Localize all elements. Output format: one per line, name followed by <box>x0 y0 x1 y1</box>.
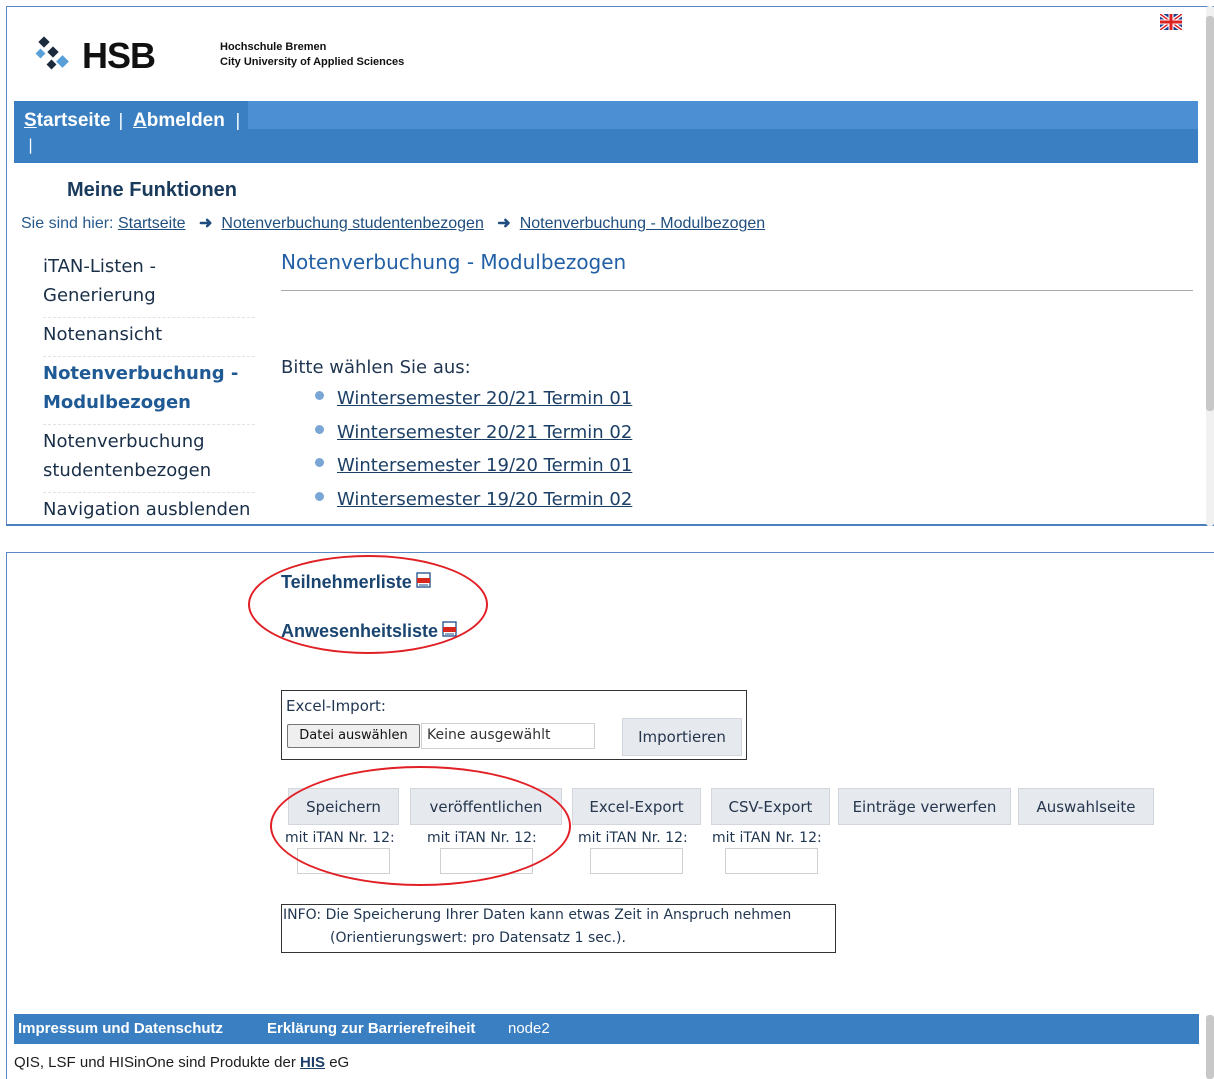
nav-logout-link[interactable]: Abmelden <box>133 110 225 132</box>
logo-text[interactable]: HSB <box>82 35 156 77</box>
pdf-icon <box>442 621 457 637</box>
itan-label-excel: mit iTAN Nr. 12: <box>578 830 688 846</box>
sidebar-item-module-grading[interactable]: Notenverbuchung - Modulbezogen <box>43 357 255 425</box>
csv-export-button[interactable]: CSV-Export <box>711 788 830 825</box>
navbar-highlight <box>248 101 1198 129</box>
attendance-list-label: Anwesenheitsliste <box>281 621 439 641</box>
breadcrumb-link-home[interactable]: Startseite <box>118 215 186 232</box>
itan-label-publish: mit iTAN Nr. 12: <box>427 830 537 846</box>
bullet-icon <box>315 491 324 501</box>
choose-file-button[interactable]: Datei auswählen <box>287 724 420 748</box>
selection-prompt: Bitte wählen Sie aus: <box>281 357 471 378</box>
footer-accessibility-link[interactable]: Erklärung zur Barrierefreiheit <box>267 1020 475 1037</box>
credit-suffix: eG <box>329 1054 350 1071</box>
itan-label-save: mit iTAN Nr. 12: <box>285 830 395 846</box>
semester-link[interactable]: Wintersemester 20/21 Termin 02 <box>337 422 632 443</box>
list-item: Wintersemester 19/20 Termin 01 <box>313 455 632 489</box>
list-item: Wintersemester 20/21 Termin 01 <box>313 388 632 422</box>
selection-page-button[interactable]: Auswahlseite <box>1018 788 1154 825</box>
itan-input-excel[interactable] <box>590 848 683 874</box>
semester-link[interactable]: Wintersemester 19/20 Termin 02 <box>337 489 632 510</box>
bullet-icon <box>315 424 324 434</box>
import-button[interactable]: Importieren <box>622 718 742 756</box>
excel-export-button[interactable]: Excel-Export <box>572 788 701 825</box>
breadcrumb-prefix: Sie sind hier: <box>21 215 114 232</box>
list-item: Wintersemester 19/20 Termin 02 <box>313 489 632 523</box>
itan-input-csv[interactable] <box>725 848 818 874</box>
breadcrumb-link-module[interactable]: Notenverbuchung - Modulbezogen <box>520 215 766 232</box>
nav-logout-label: bmelden <box>146 110 225 131</box>
participant-list-label: Teilnehmerliste <box>281 572 412 592</box>
attendance-list-link[interactable]: Anwesenheitsliste <box>281 621 457 642</box>
title-divider <box>281 290 1193 291</box>
nav-home-accesskey: S <box>24 110 37 131</box>
arrow-right-icon: ➜ <box>497 215 511 232</box>
credit-prefix: QIS, LSF und HISinOne sind Produkte der <box>14 1054 296 1071</box>
list-item: Wintersemester 20/21 Termin 02 <box>313 422 632 456</box>
arrow-right-icon: ➜ <box>199 215 213 232</box>
breadcrumb: Sie sind hier: Startseite ➜ Notenverbuchu… <box>21 213 765 233</box>
nav-home-label: tartseite <box>36 110 111 131</box>
his-link[interactable]: HIS <box>300 1054 325 1071</box>
itan-input-save[interactable] <box>297 848 390 874</box>
nav-separator: | <box>118 111 124 131</box>
publish-button[interactable]: veröffentlichen <box>410 788 562 825</box>
discard-entries-button[interactable]: Einträge verwerfen <box>838 788 1011 825</box>
university-subtitle: City University of Applied Sciences <box>220 56 405 68</box>
semester-list: Wintersemester 20/21 Termin 01 Wintersem… <box>313 388 632 522</box>
footer-credit: QIS, LSF und HISinOne sind Produkte der … <box>14 1054 349 1071</box>
footer-imprint-link[interactable]: Impressum und Datenschutz <box>18 1020 223 1037</box>
section-title: Meine Funktionen <box>67 179 237 201</box>
page-title: Notenverbuchung - Modulbezogen <box>281 250 627 274</box>
participant-list-link[interactable]: Teilnehmerliste <box>281 572 431 593</box>
semester-link[interactable]: Wintersemester 19/20 Termin 01 <box>337 455 632 476</box>
uk-flag-icon[interactable] <box>1160 14 1182 30</box>
bullet-icon <box>315 391 324 400</box>
server-node-label: node2 <box>508 1020 550 1037</box>
sidebar-navigation: iTAN-Listen - Generierung Notenansicht N… <box>43 250 255 531</box>
excel-import-label: Excel-Import: <box>286 697 386 715</box>
nav-separator: | <box>235 111 241 131</box>
semester-link[interactable]: Wintersemester 20/21 Termin 01 <box>337 388 632 409</box>
info-text: INFO: Die Speicherung Ihrer Daten kann e… <box>283 907 792 923</box>
save-button[interactable]: Speichern <box>288 788 399 825</box>
sidebar-item-hide-navigation[interactable]: Navigation ausblenden <box>43 493 255 531</box>
scrollbar-thumb[interactable] <box>1206 16 1214 411</box>
itan-label-csv: mit iTAN Nr. 12: <box>712 830 822 846</box>
bullet-icon <box>315 458 324 467</box>
nav-home-link[interactable]: Startseite <box>24 110 111 132</box>
hsb-logo-icon <box>35 36 69 70</box>
breadcrumb-link-student[interactable]: Notenverbuchung studentenbezogen <box>221 215 483 232</box>
nav-logout-accesskey: A <box>133 110 147 131</box>
pdf-icon <box>416 572 431 588</box>
university-name: Hochschule Bremen <box>220 41 327 53</box>
selected-file-field: Keine ausgewählt <box>421 723 595 749</box>
scrollbar-thumb[interactable] <box>1206 1015 1214 1079</box>
itan-input-publish[interactable] <box>440 848 533 874</box>
nav-separator: | <box>28 136 34 154</box>
sidebar-item-grade-view[interactable]: Notenansicht <box>43 318 255 357</box>
sidebar-item-itan-lists[interactable]: iTAN-Listen - Generierung <box>43 250 255 318</box>
info-text-note: (Orientierungswert: pro Datensatz 1 sec.… <box>330 930 626 946</box>
sidebar-item-student-grading[interactable]: Notenverbuchung studentenbezogen <box>43 425 255 493</box>
